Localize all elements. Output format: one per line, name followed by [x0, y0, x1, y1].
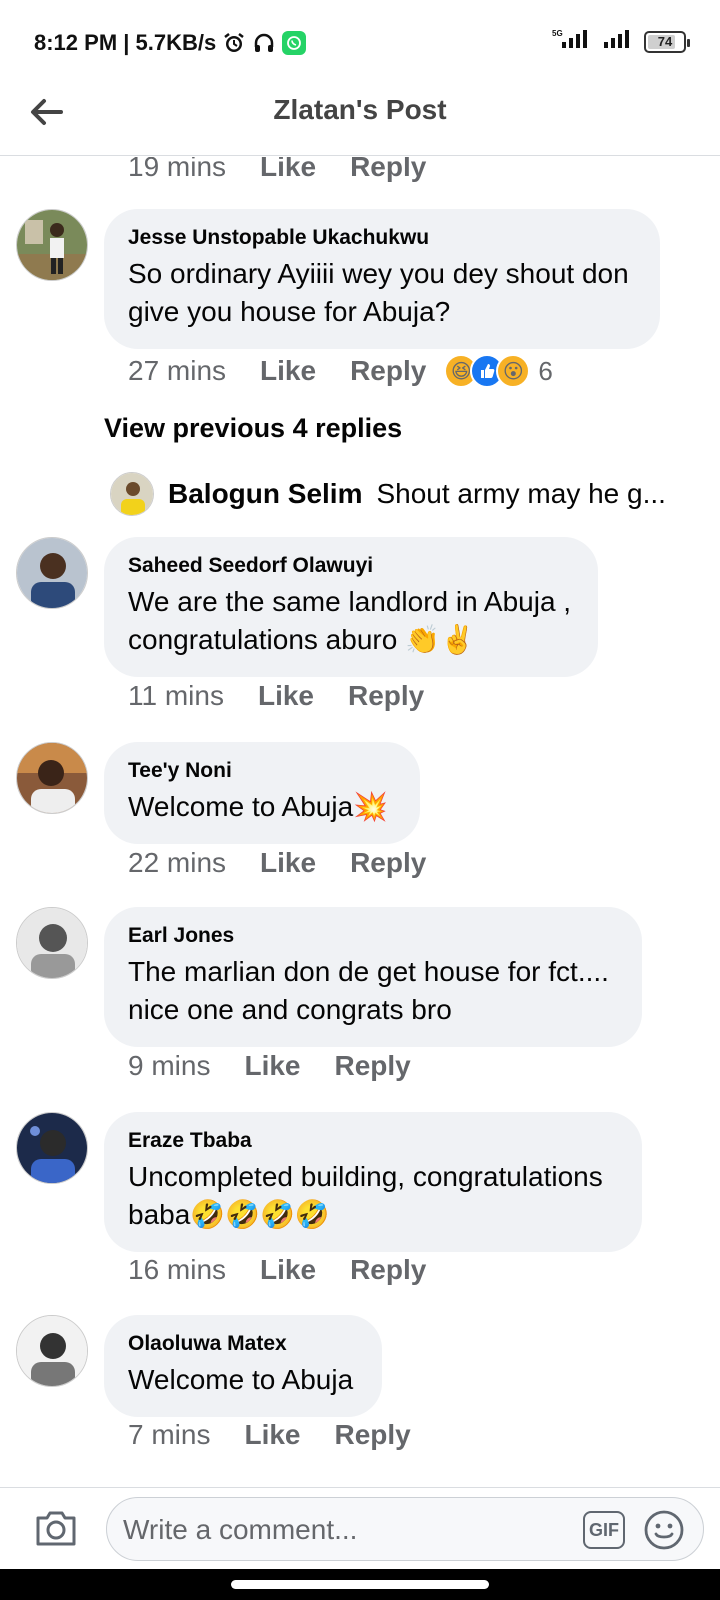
avatar[interactable]: [16, 907, 88, 979]
comment-text: Welcome to Abuja: [128, 1364, 354, 1395]
like-button[interactable]: Like: [260, 355, 316, 387]
reaction-count: 6: [538, 355, 553, 386]
like-button[interactable]: Like: [260, 847, 316, 879]
comment-text: So ordinary Ayiiii wey you dey shout don…: [128, 258, 629, 327]
comment-bubble[interactable]: Earl Jones The marlian don de get house …: [104, 907, 642, 1047]
comment-author[interactable]: Eraze Tbaba: [128, 1128, 618, 1154]
emoji-button[interactable]: [643, 1509, 685, 1551]
reply-button[interactable]: Reply: [348, 680, 424, 712]
comment-meta: 22 mins Like Reply: [128, 847, 460, 879]
reply-button[interactable]: Reply: [350, 1254, 426, 1286]
like-button[interactable]: Like: [244, 1419, 300, 1451]
comment-meta: 27 mins Like Reply 😆 😮 6: [128, 354, 553, 388]
post-header: Zlatan's Post: [0, 78, 720, 156]
status-time-speed: 8:12 PM | 5.7KB/s: [34, 30, 217, 55]
comment-input[interactable]: [123, 1508, 553, 1552]
comment-meta: 19 mins Like Reply: [128, 157, 460, 183]
gif-button[interactable]: GIF: [583, 1511, 625, 1549]
reply-button[interactable]: Reply: [350, 847, 426, 879]
comment-bubble[interactable]: Eraze Tbaba Uncompleted building, congra…: [104, 1112, 642, 1252]
comment-time: 16 mins: [128, 1254, 227, 1285]
camera-icon: [36, 1511, 76, 1546]
avatar: [110, 472, 154, 516]
reply-preview[interactable]: Balogun Selim Shout army may he g...: [110, 472, 680, 516]
avatar[interactable]: [16, 537, 88, 609]
alarm-icon: [222, 31, 246, 55]
comment-meta: 7 mins Like Reply: [128, 1419, 445, 1451]
reply-button[interactable]: Reply: [350, 157, 426, 183]
comment-composer: GIF: [0, 1487, 720, 1569]
comment-author[interactable]: Jesse Unstopable Ukachukwu: [128, 225, 636, 251]
comment-text: The marlian don de get house for fct....…: [128, 956, 609, 1025]
comment-time: 19 mins: [128, 157, 227, 182]
battery-icon: 74: [644, 30, 690, 53]
comment-time: 22 mins: [128, 847, 227, 878]
comments-feed[interactable]: 19 mins Like Reply Jesse Unstopable Ukac…: [0, 157, 720, 1487]
comment-author[interactable]: Olaoluwa Matex: [128, 1331, 358, 1357]
like-button[interactable]: Like: [258, 680, 314, 712]
gif-label: GIF: [589, 1519, 619, 1540]
camera-button[interactable]: [34, 1508, 78, 1548]
reactions-summary[interactable]: 😆 😮 6: [444, 354, 553, 388]
wow-reaction-icon: 😮: [496, 354, 531, 388]
avatar[interactable]: [16, 209, 88, 281]
comment-bubble[interactable]: Saheed Seedorf Olawuyi We are the same l…: [104, 537, 598, 677]
battery-level: 74: [657, 34, 673, 49]
headphones-icon: [252, 31, 276, 55]
comment-text: Welcome to Abuja💥: [128, 791, 389, 822]
comment-text: Uncompleted building, congratulations ba…: [128, 1161, 603, 1230]
smiley-icon: [644, 1510, 684, 1550]
home-gesture-handle[interactable]: [231, 1580, 489, 1589]
whatsapp-icon: [282, 31, 307, 55]
svg-text:5G: 5G: [552, 29, 563, 38]
like-button[interactable]: Like: [260, 157, 316, 183]
comment-input-wrapper: GIF: [106, 1497, 704, 1561]
reply-text: Shout army may he g...: [376, 478, 666, 509]
comment-time: 7 mins: [128, 1419, 211, 1450]
comment-meta: 9 mins Like Reply: [128, 1050, 445, 1082]
status-bar: 8:12 PM | 5.7KB/s 5G 74: [0, 0, 720, 86]
reply-button[interactable]: Reply: [350, 355, 426, 387]
comment-author[interactable]: Earl Jones: [128, 923, 618, 949]
comment-text: We are the same landlord in Abuja , cong…: [128, 586, 572, 655]
reply-author: Balogun Selim: [168, 478, 363, 509]
signal-icon: [602, 28, 634, 55]
signal-5g-icon: 5G: [552, 28, 592, 55]
comment-meta: 11 mins Like Reply: [128, 680, 458, 712]
comment-bubble[interactable]: Jesse Unstopable Ukachukwu So ordinary A…: [104, 209, 660, 349]
avatar[interactable]: [16, 1112, 88, 1184]
comment-author[interactable]: Saheed Seedorf Olawuyi: [128, 553, 574, 579]
comment-author[interactable]: Tee'y Noni: [128, 758, 396, 784]
page-title: Zlatan's Post: [273, 94, 447, 125]
comment-bubble[interactable]: Tee'y Noni Welcome to Abuja💥: [104, 742, 420, 844]
comment-bubble[interactable]: Olaoluwa Matex Welcome to Abuja: [104, 1315, 382, 1417]
comment-time: 9 mins: [128, 1050, 211, 1081]
avatar[interactable]: [16, 742, 88, 814]
like-button[interactable]: Like: [260, 1254, 316, 1286]
like-button[interactable]: Like: [244, 1050, 300, 1082]
reply-button[interactable]: Reply: [335, 1419, 411, 1451]
comment-time: 27 mins: [128, 355, 227, 386]
system-nav-bar: [0, 1569, 720, 1600]
comment-meta: 16 mins Like Reply: [128, 1254, 460, 1286]
avatar[interactable]: [16, 1315, 88, 1387]
view-previous-replies-link[interactable]: View previous 4 replies: [104, 413, 402, 444]
comment-time: 11 mins: [128, 680, 224, 711]
reply-button[interactable]: Reply: [335, 1050, 411, 1082]
